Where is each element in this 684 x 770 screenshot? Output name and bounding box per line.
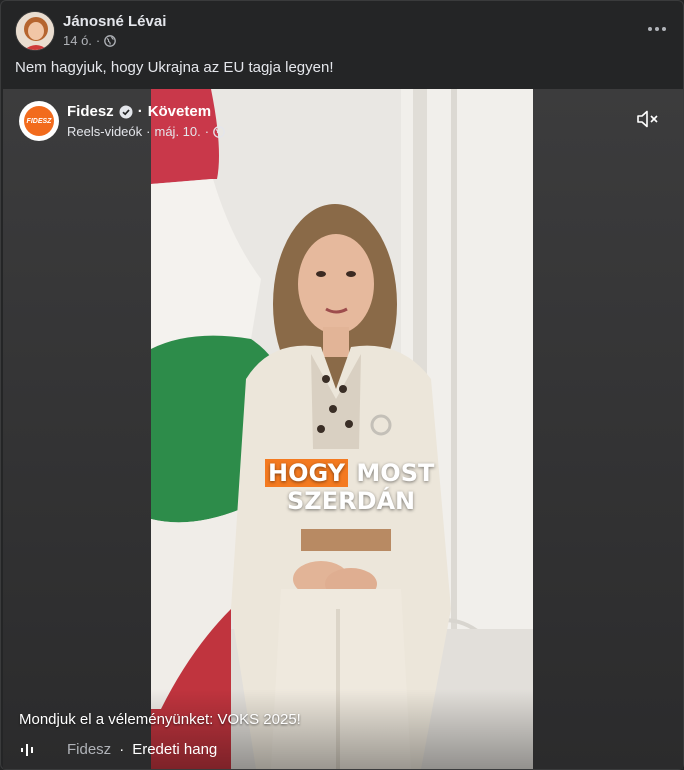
post-text: Nem hagyjuk, hogy Ukrajna az EU tagja le… bbox=[15, 59, 334, 76]
globe-icon bbox=[213, 125, 225, 138]
audio-page-name[interactable]: Fidesz bbox=[67, 741, 111, 758]
media-backdrop-right bbox=[533, 89, 683, 769]
audio-separator: · bbox=[119, 741, 125, 758]
post-header: Jánosné Lévai 14 ó. · bbox=[15, 11, 671, 53]
author-avatar[interactable] bbox=[15, 11, 55, 51]
video-caption-line1: HOGY MOST bbox=[265, 459, 434, 487]
dot-icon bbox=[662, 27, 666, 31]
dot-icon bbox=[655, 27, 659, 31]
meta-separator: · bbox=[204, 124, 210, 139]
meta-separator: · bbox=[95, 33, 101, 48]
post-time[interactable]: 14 ó. bbox=[63, 33, 92, 48]
audio-title[interactable]: Eredeti hang bbox=[132, 741, 217, 758]
page-name-row: Fidesz · Követem bbox=[67, 103, 211, 120]
dot-icon bbox=[648, 27, 652, 31]
audio-wave-icon bbox=[21, 743, 33, 756]
mute-icon[interactable] bbox=[635, 107, 661, 131]
page-name[interactable]: Fidesz bbox=[67, 103, 114, 120]
author-name[interactable]: Jánosné Lévai bbox=[63, 13, 166, 30]
reel-media[interactable]: HOGY MOST SZERDÁN FIDESZ Fidesz · Követe… bbox=[3, 89, 683, 769]
caption-rest: MOST bbox=[356, 459, 435, 487]
caption-highlight: HOGY bbox=[265, 459, 349, 487]
reel-video[interactable]: HOGY MOST SZERDÁN bbox=[151, 89, 533, 769]
follow-button[interactable]: Követem bbox=[148, 103, 211, 120]
reel-description[interactable]: Mondjuk el a véleményünket: VOKS 2025! bbox=[19, 711, 301, 728]
fidesz-logo: FIDESZ bbox=[24, 106, 54, 136]
video-frame bbox=[151, 89, 533, 769]
page-logo[interactable]: FIDESZ bbox=[19, 101, 59, 141]
reel-date[interactable]: máj. 10. bbox=[155, 124, 201, 139]
globe-icon bbox=[104, 34, 117, 47]
reel-type[interactable]: Reels-videók bbox=[67, 124, 142, 139]
verified-badge-icon bbox=[119, 105, 133, 118]
reel-meta: Reels-videók · máj. 10. · bbox=[67, 124, 225, 139]
audio-row[interactable]: Fidesz · Eredeti hang bbox=[19, 741, 217, 758]
video-caption-line2: SZERDÁN bbox=[287, 487, 416, 515]
more-options-button[interactable] bbox=[643, 17, 671, 41]
reel-header: FIDESZ Fidesz · Követem Reels-videók · m… bbox=[19, 101, 667, 145]
name-separator: · bbox=[137, 103, 143, 120]
feed-post: Jánosné Lévai 14 ó. · Nem hagyjuk, hogy … bbox=[0, 0, 684, 770]
meta-separator: · bbox=[146, 124, 151, 139]
post-meta: 14 ó. · bbox=[63, 33, 117, 48]
media-backdrop-left bbox=[3, 89, 151, 769]
